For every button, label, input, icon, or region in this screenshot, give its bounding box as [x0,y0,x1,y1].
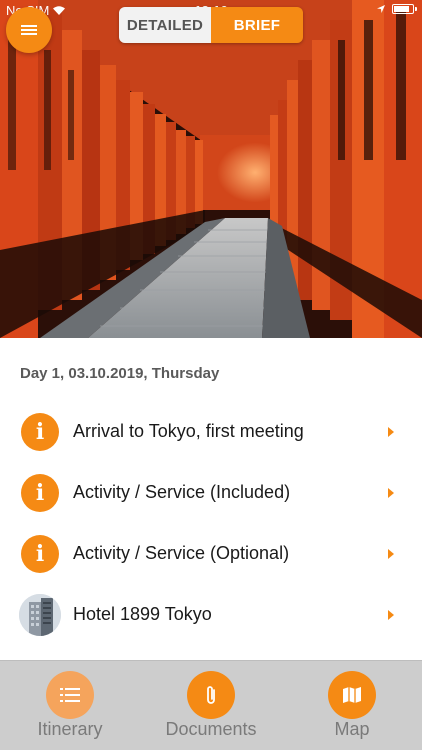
tab-documents-button[interactable] [187,671,235,719]
segment-brief[interactable]: BRIEF [211,7,303,43]
location-arrow-icon [377,5,385,13]
menu-button[interactable] [6,7,52,53]
paperclip-icon [207,686,215,704]
tab-map[interactable]: Map [282,661,422,751]
hamburger-menu-icon [21,23,37,37]
tab-itinerary-button[interactable] [46,671,94,719]
chevron-right-icon [388,548,394,559]
itinerary-list: i Arrival to Tokyo, first meeting i Acti… [0,401,422,645]
chevron-right-icon [388,609,394,620]
segment-detailed[interactable]: DETAILED [119,7,211,43]
tab-documents-label: Documents [165,719,257,739]
list-item-label: Activity / Service (Optional) [73,543,290,563]
itinerary-content: Day 1, 03.10.2019, Thursday i Arrival to… [0,338,422,660]
status-right [376,4,417,14]
tab-map-button[interactable] [328,671,376,719]
list-item[interactable]: Hotel 1899 Tokyo [0,584,422,645]
view-mode-segmented-control: DETAILED BRIEF [119,7,303,43]
hotel-photo-thumbnail [19,593,61,636]
hero-image [0,0,422,338]
info-icon: i [21,534,59,573]
list-icon [60,688,80,702]
chevron-right-icon [388,487,394,498]
info-icon: i [21,412,59,451]
day-header: Day 1, 03.10.2019, Thursday [20,365,220,382]
tab-map-label: Map [334,719,370,739]
tab-itinerary[interactable]: Itinerary [0,661,140,751]
tab-itinerary-label: Itinerary [37,719,103,739]
list-item[interactable]: i Activity / Service (Optional) [0,523,422,584]
list-item[interactable]: i Arrival to Tokyo, first meeting [0,401,422,462]
map-icon [343,687,361,703]
list-item[interactable]: i Activity / Service (Included) [0,462,422,523]
list-item-label: Arrival to Tokyo, first meeting [73,421,304,441]
list-item-label: Activity / Service (Included) [73,482,291,502]
battery-icon [392,4,417,14]
tab-documents[interactable]: Documents [141,661,281,751]
info-icon: i [21,473,59,512]
chevron-right-icon [388,426,394,437]
tab-bar: Itinerary Documents Map [0,660,422,750]
list-item-label: Hotel 1899 Tokyo [73,604,212,624]
